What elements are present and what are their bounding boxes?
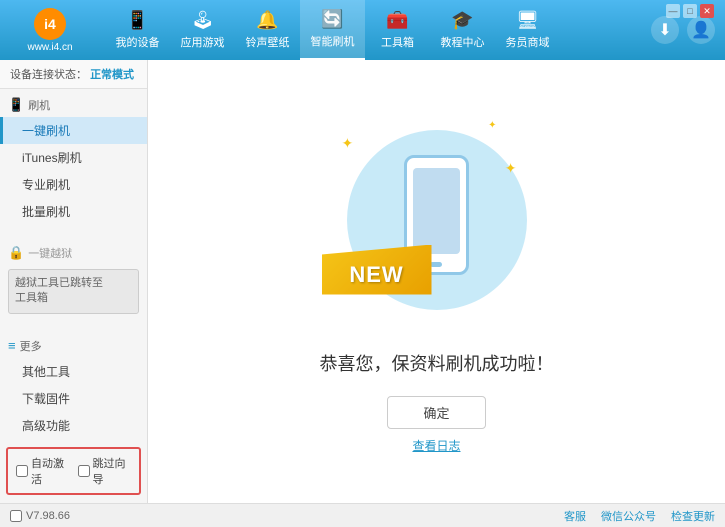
content-area: ✦ ✦ ✦ NEW 恭喜您，保资料刷机成功啦！ 确定 查看日志: [148, 60, 725, 503]
services-icon: 🖥: [516, 10, 539, 31]
flash-section-icon: 📱: [8, 97, 24, 113]
download-button[interactable]: ⬇: [651, 16, 679, 44]
main-layout: 设备连接状态： 正常模式 📱 刷机 一键刷机 iTunes刷机 专业刷机 批量刷…: [0, 60, 725, 503]
my-device-icon: 📱: [126, 10, 148, 31]
tab-apps-games-label: 应用游戏: [181, 34, 225, 50]
success-illustration: ✦ ✦ ✦ NEW: [337, 110, 537, 330]
auto-activate-checkbox[interactable]: [16, 465, 28, 477]
flash-section-header[interactable]: 📱 刷机: [0, 93, 147, 117]
more-section-label: 更多: [20, 338, 42, 354]
tab-tutorials-label: 教程中心: [441, 34, 485, 50]
jailbreak-section-header[interactable]: 🔒 一键越狱: [0, 241, 147, 265]
phone-home-button: [430, 262, 442, 267]
download-icon: ⬇: [658, 20, 671, 40]
footer-check-update[interactable]: 检查更新: [671, 508, 715, 524]
sparkle-3: ✦: [488, 120, 496, 131]
footer: V7.98.66 客服 微信公众号 检查更新: [0, 503, 725, 527]
user-icon: 👤: [691, 20, 711, 40]
ringtones-icon: 🔔: [256, 10, 278, 31]
tab-smart-flash[interactable]: 🔄 智能刷机: [300, 0, 365, 60]
auto-activate-label[interactable]: 自动激活: [16, 455, 70, 487]
status-mode: 正常模式: [90, 69, 134, 81]
close-button[interactable]: ✕: [700, 4, 714, 18]
new-text: NEW: [349, 262, 403, 288]
maximize-button[interactable]: □: [683, 4, 697, 18]
minimize-button[interactable]: —: [666, 4, 680, 18]
sidebar-item-one-click-flash[interactable]: 一键刷机: [0, 117, 147, 144]
new-banner: NEW: [322, 245, 432, 300]
logo: i4 www.i4.cn: [10, 8, 90, 53]
logo-subtitle: www.i4.cn: [27, 42, 72, 53]
smart-flash-icon: 🔄: [321, 9, 343, 30]
footer-version: V7.98.66: [26, 510, 70, 522]
tab-services-label: 务员商域: [506, 34, 550, 50]
tab-services[interactable]: 🖥 务员商域: [495, 0, 560, 60]
user-button[interactable]: 👤: [687, 16, 715, 44]
auto-activate-row: 自动激活 跳过向导: [6, 447, 141, 495]
status-bar: 设备连接状态： 正常模式: [0, 60, 147, 89]
tab-ringtones-label: 铃声壁纸: [246, 34, 290, 50]
jailbreak-section: 🔒 一键越狱 越狱工具已跳转至工具箱: [0, 237, 147, 322]
tab-apps-games[interactable]: 🕹 应用游戏: [170, 0, 235, 60]
tab-ringtones[interactable]: 🔔 铃声壁纸: [235, 0, 300, 60]
tab-toolbox-label: 工具箱: [381, 34, 414, 50]
jailbreak-info-text: 越狱工具已跳转至工具箱: [15, 277, 103, 304]
more-icon: ≡: [8, 338, 16, 353]
header-right: ⬇ 👤: [651, 16, 715, 44]
window-controls: — □ ✕: [666, 4, 714, 18]
more-section-header[interactable]: ≡ 更多: [0, 334, 147, 358]
log-link[interactable]: 查看日志: [412, 437, 460, 454]
quick-guide-checkbox[interactable]: [78, 465, 90, 477]
toolbox-icon: 🧰: [386, 10, 408, 31]
sidebar-item-batch-flash[interactable]: 批量刷机: [0, 198, 147, 225]
nav-tabs: 📱 我的设备 🕹 应用游戏 🔔 铃声壁纸 🔄 智能刷机 🧰 工具箱 🎓 教程中心…: [105, 0, 651, 60]
status-label: 设备连接状态：: [10, 69, 87, 81]
sidebar-item-advanced[interactable]: 高级功能: [0, 412, 147, 439]
sidebar-item-other-tools[interactable]: 其他工具: [0, 358, 147, 385]
lock-icon: 🔒: [8, 245, 24, 261]
tutorials-icon: 🎓: [451, 10, 473, 31]
footer-checkbox[interactable]: [10, 510, 22, 522]
tab-toolbox[interactable]: 🧰 工具箱: [365, 0, 430, 60]
tab-tutorials[interactable]: 🎓 教程中心: [430, 0, 495, 60]
apps-games-icon: 🕹: [191, 10, 214, 31]
logo-icon: i4: [34, 8, 66, 40]
header: — □ ✕ i4 www.i4.cn 📱 我的设备 🕹 应用游戏 🔔 铃声壁纸 …: [0, 0, 725, 60]
footer-customer-service[interactable]: 客服: [564, 508, 586, 524]
sidebar-item-itunes-flash[interactable]: iTunes刷机: [0, 144, 147, 171]
footer-right: 客服 微信公众号 检查更新: [564, 508, 715, 524]
flash-section-label: 刷机: [28, 97, 50, 113]
phone-screen: [413, 168, 460, 254]
more-section: ≡ 更多 其他工具 下载固件 高级功能: [0, 330, 147, 443]
sidebar-item-download-firmware[interactable]: 下载固件: [0, 385, 147, 412]
sparkle-2: ✦: [505, 160, 517, 177]
footer-left: V7.98.66: [10, 510, 70, 522]
footer-wechat[interactable]: 微信公众号: [601, 508, 656, 524]
confirm-button[interactable]: 确定: [387, 396, 485, 429]
tab-my-device-label: 我的设备: [116, 34, 160, 50]
success-message: 恭喜您，保资料刷机成功啦！: [320, 350, 554, 376]
device-info: 📱 iPhone 15 Pro Max 512GB iPhone: [0, 499, 147, 503]
tab-smart-flash-label: 智能刷机: [311, 33, 355, 49]
jailbreak-section-label: 一键越狱: [28, 245, 72, 261]
new-ribbon: NEW: [322, 245, 432, 295]
quick-guide-label[interactable]: 跳过向导: [78, 455, 132, 487]
sparkle-1: ✦: [342, 135, 354, 152]
jailbreak-info-box: 越狱工具已跳转至工具箱: [8, 269, 139, 314]
tab-my-device[interactable]: 📱 我的设备: [105, 0, 170, 60]
sidebar: 设备连接状态： 正常模式 📱 刷机 一键刷机 iTunes刷机 专业刷机 批量刷…: [0, 60, 148, 503]
flash-section: 📱 刷机 一键刷机 iTunes刷机 专业刷机 批量刷机: [0, 89, 147, 229]
sidebar-item-pro-flash[interactable]: 专业刷机: [0, 171, 147, 198]
